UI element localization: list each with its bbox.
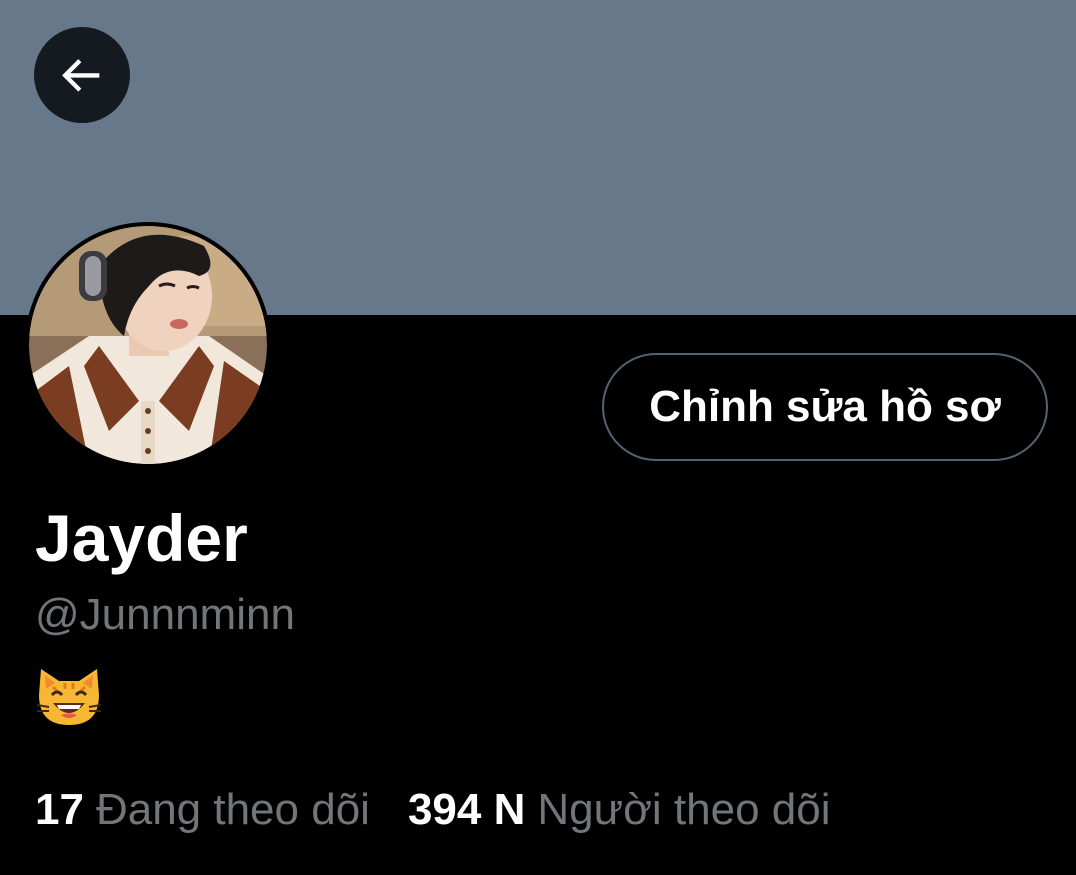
edit-profile-button[interactable]: Chỉnh sửa hồ sơ	[602, 353, 1048, 461]
profile-stats: 17 Đang theo dõi 394 N Người theo dõi	[35, 780, 831, 840]
followers-count: 394 N	[407, 785, 526, 834]
following-count: 17	[35, 785, 84, 834]
profile-avatar[interactable]	[25, 222, 271, 468]
followers-stat[interactable]: 394 N Người theo dõi	[408, 785, 831, 835]
following-stat[interactable]: 17 Đang theo dõi	[35, 785, 370, 835]
avatar-photo	[29, 226, 267, 464]
profile-handle: @Junnnminn	[35, 590, 295, 639]
grinning-cat-icon	[35, 665, 103, 729]
arrow-left-icon	[62, 59, 100, 92]
followers-label: Người theo dõi	[537, 785, 831, 834]
display-name: Jayder	[35, 501, 248, 575]
back-button[interactable]	[34, 27, 130, 123]
following-label: Đang theo dõi	[95, 785, 370, 834]
